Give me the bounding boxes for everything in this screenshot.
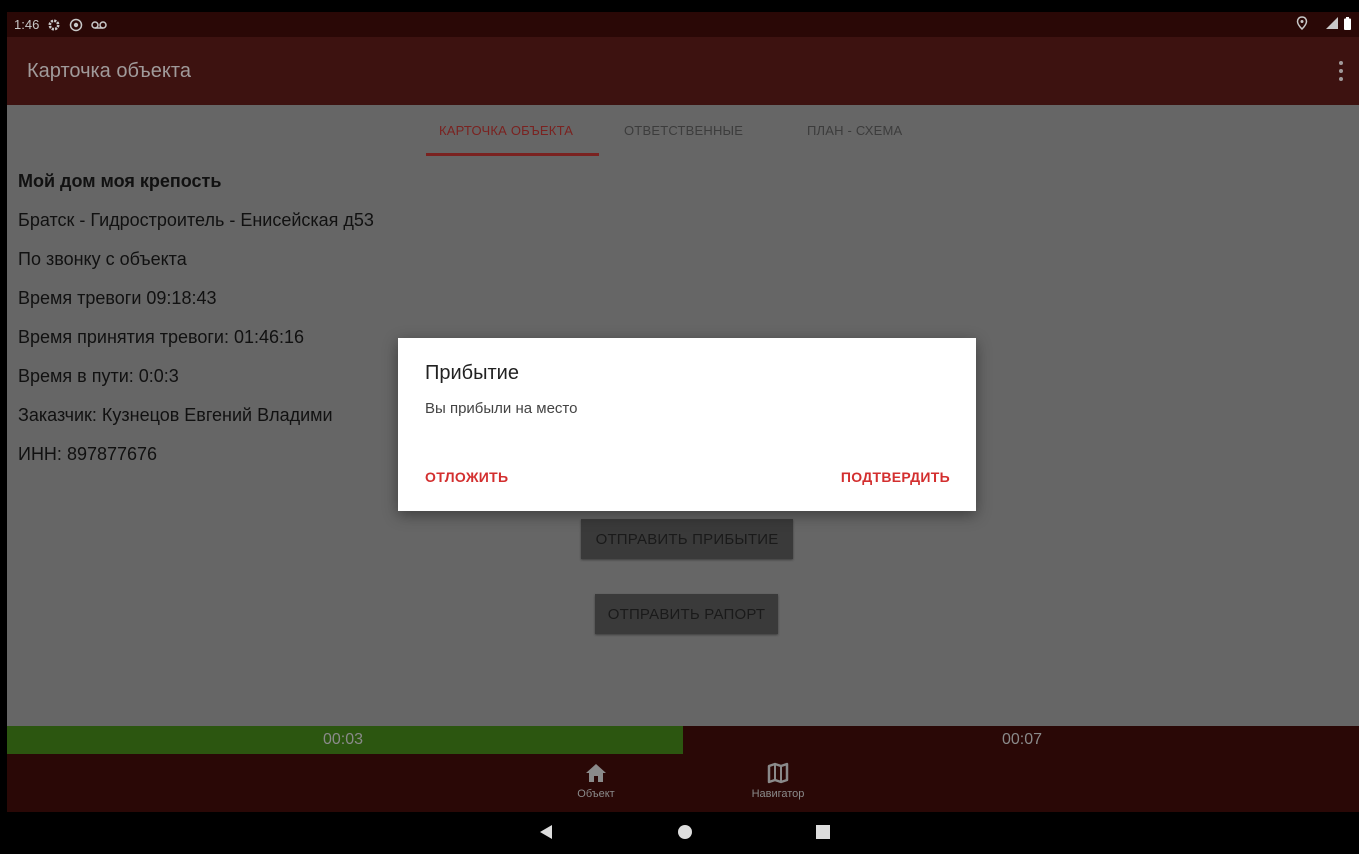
status-bar: 1:46: [7, 12, 1359, 37]
voicemail-icon: [91, 20, 108, 30]
postpone-button[interactable]: ОТЛОЖИТЬ: [425, 469, 508, 485]
nfc-signal-icon: [69, 18, 83, 32]
map-icon: [767, 758, 789, 788]
home-button-icon[interactable]: [677, 824, 693, 845]
dialog-title: Прибытие: [425, 362, 519, 384]
battery-icon: [1344, 16, 1351, 33]
dialog-message: Вы прибыли на место: [425, 400, 578, 417]
device-screen: 1:46 Карточка объекта КАРТОЧКА ОБЪЕКТА О…: [7, 12, 1359, 854]
bottom-navigation: Объект Навигатор: [7, 754, 1359, 812]
nav-item-navigator[interactable]: Навигатор: [733, 758, 823, 800]
timer-progress-bar: 00:03 00:07: [7, 726, 1359, 754]
system-navigation-bar: [7, 812, 1359, 854]
confirm-button[interactable]: ПОДТВЕРДИТЬ: [841, 469, 950, 485]
nav-item-object[interactable]: Объект: [551, 758, 641, 800]
remaining-time: 00:07: [1002, 731, 1043, 748]
nav-label-navigator: Навигатор: [751, 788, 805, 800]
home-icon: [585, 758, 607, 788]
elapsed-time: 00:03: [323, 731, 364, 748]
cell-signal-icon: [1326, 17, 1339, 32]
nav-label-object: Объект: [577, 788, 615, 800]
back-icon[interactable]: [538, 824, 554, 845]
arrival-dialog: Прибытие Вы прибыли на место ОТЛОЖИТЬ ПО…: [398, 338, 976, 511]
recents-icon[interactable]: [815, 824, 831, 845]
location-icon: [1296, 16, 1308, 33]
status-time: 1:46: [14, 17, 40, 32]
settings-icon: [47, 18, 61, 32]
